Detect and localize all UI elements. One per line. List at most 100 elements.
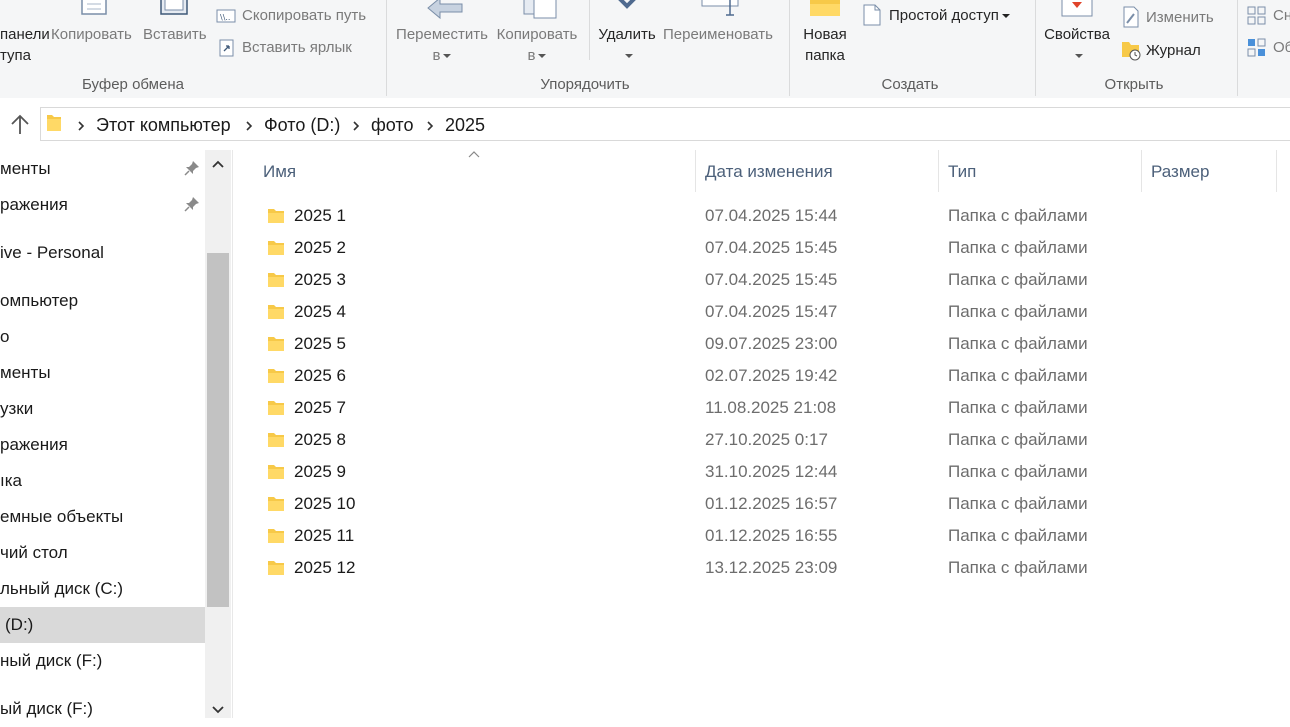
nav-item-onedrive[interactable]: ive - Personal (0, 235, 205, 271)
file-type: Папка с файлами (948, 494, 1088, 513)
properties-icon (1061, 0, 1093, 17)
nav-item-label: ражения (0, 195, 68, 214)
rename-button[interactable]: Переименовать (663, 24, 773, 45)
nav-item-label: менты (0, 159, 51, 178)
chevron-down-icon (443, 54, 452, 59)
chevron-right-icon[interactable] (77, 120, 85, 132)
delete-button[interactable]: Удалить (596, 24, 658, 66)
delete-icon (618, 0, 636, 9)
nav-item-documents-pinned[interactable]: менты (0, 151, 205, 187)
chevron-right-icon[interactable] (245, 120, 253, 132)
nav-scrollbar-thumb[interactable] (207, 253, 229, 607)
nav-item-label: емные объекты (0, 507, 124, 526)
nav-item-downloads[interactable]: узки (0, 391, 205, 427)
folder-icon (268, 273, 284, 287)
file-name: 2025 7 (294, 398, 346, 417)
chevron-down-icon[interactable] (211, 705, 225, 715)
file-type: Папка с файлами (948, 558, 1088, 577)
file-name: 2025 10 (294, 494, 356, 513)
ribbon-separator (1035, 0, 1036, 96)
nav-item-documents[interactable]: менты (0, 355, 205, 391)
nav-item-label: чий стол (0, 543, 68, 562)
column-separator[interactable] (1141, 150, 1142, 192)
file-name: 2025 5 (294, 334, 346, 353)
nav-item-local-disk-c[interactable]: льный диск (C:) (0, 571, 205, 607)
chevron-right-icon[interactable] (352, 120, 360, 132)
pane-divider (232, 150, 233, 718)
breadcrumb-2025[interactable]: 2025 (445, 115, 485, 136)
select-all-icon (1247, 6, 1266, 25)
new-folder-button[interactable]: Новая папка (798, 24, 852, 66)
pin-icon[interactable] (184, 196, 200, 212)
up-arrow-icon[interactable] (8, 113, 32, 137)
svg-text:\\..: \\.. (220, 13, 230, 22)
history-button[interactable]: Журнал (1146, 40, 1201, 61)
column-header-name[interactable]: Имя (263, 162, 296, 182)
chevron-down-icon (538, 54, 547, 59)
column-header-date[interactable]: Дата изменения (705, 162, 833, 182)
pin-quick-access-button[interactable]: панели тупа (0, 24, 50, 66)
nav-item-drive-d[interactable]: (D:) (0, 607, 205, 643)
nav-item-3d-objects[interactable]: емные объекты (0, 499, 205, 535)
copy-path-button[interactable]: Скопировать путь (242, 5, 366, 26)
column-separator[interactable] (695, 150, 696, 192)
nav-item-label: льный диск (C:) (0, 579, 124, 598)
invert-selection-button[interactable]: Об (1273, 37, 1290, 58)
chevron-down-icon (1074, 54, 1083, 59)
nav-item-pictures-pinned[interactable]: ражения (0, 187, 205, 223)
edit-button[interactable]: Изменить (1146, 7, 1214, 28)
folder-icon (47, 115, 61, 131)
file-name: 2025 2 (294, 238, 346, 257)
nav-item-removable-f[interactable]: ный диск (F:) (0, 643, 205, 679)
file-type: Папка с файлами (948, 270, 1088, 289)
easy-access-button[interactable]: Простой доступ (889, 5, 1010, 26)
sort-ascending-icon (468, 151, 480, 158)
pin-icon[interactable] (184, 160, 200, 176)
nav-item-removable-f-2[interactable]: ый диск (F:) (0, 691, 205, 727)
column-separator[interactable] (938, 150, 939, 192)
chevron-right-icon[interactable] (426, 120, 434, 132)
nav-item-desktop[interactable]: чий стол (0, 535, 205, 571)
breadcrumb-foto[interactable]: фото (371, 115, 413, 136)
new-folder-icon (810, 0, 840, 16)
file-date: 31.10.2025 12:44 (705, 462, 838, 481)
paste-button[interactable]: Вставить (143, 24, 207, 45)
copy-button[interactable]: Копировать (51, 24, 132, 45)
column-separator[interactable] (1276, 150, 1277, 192)
easy-access-icon (863, 4, 881, 26)
properties-button[interactable]: Свойства (1040, 24, 1114, 66)
copy-to-icon (523, 0, 557, 19)
nav-item-this-pc[interactable]: омпьютер (0, 283, 205, 319)
file-name: 2025 4 (294, 302, 346, 321)
copy-to-button[interactable]: Копировать в (491, 24, 583, 66)
copy-to-label-2: в (527, 47, 536, 64)
navigation-pane: менты ражения ive - Personal омпьютер о … (0, 150, 232, 718)
file-type: Папка с файлами (948, 238, 1088, 257)
file-date: 01.12.2025 16:55 (705, 526, 838, 545)
column-header-type[interactable]: Тип (948, 162, 976, 182)
file-date: 13.12.2025 23:09 (705, 558, 838, 577)
folder-icon (268, 433, 284, 447)
file-date: 11.08.2025 21:08 (705, 398, 837, 417)
nav-item-label: ный диск (F:) (0, 651, 103, 670)
select-none-button[interactable]: Сн (1273, 5, 1290, 26)
paste-shortcut-button[interactable]: Вставить ярлык (242, 37, 352, 58)
chevron-up-icon[interactable] (211, 159, 225, 169)
ribbon-separator (589, 0, 590, 60)
column-header-size[interactable]: Размер (1151, 162, 1209, 182)
file-date: 09.07.2025 23:00 (705, 334, 838, 353)
nav-item-video[interactable]: о (0, 319, 205, 355)
delete-label: Удалить (598, 26, 656, 43)
breadcrumb-drive-d[interactable]: Фото (D:) (264, 115, 340, 136)
copy-to-label: Копировать (496, 26, 578, 43)
breadcrumb-this-pc[interactable]: Этот компьютер (96, 115, 231, 136)
move-to-button[interactable]: Переместить в (394, 24, 490, 66)
nav-item-pictures[interactable]: ражения (0, 427, 205, 463)
pin-label-line1: панели (0, 26, 50, 43)
folder-icon (268, 529, 284, 543)
chevron-down-icon (624, 54, 633, 59)
folder-icon (268, 401, 284, 415)
nav-item-music[interactable]: ıка (0, 463, 205, 499)
file-type: Папка с файлами (948, 366, 1088, 385)
nav-item-label: о (0, 327, 10, 346)
